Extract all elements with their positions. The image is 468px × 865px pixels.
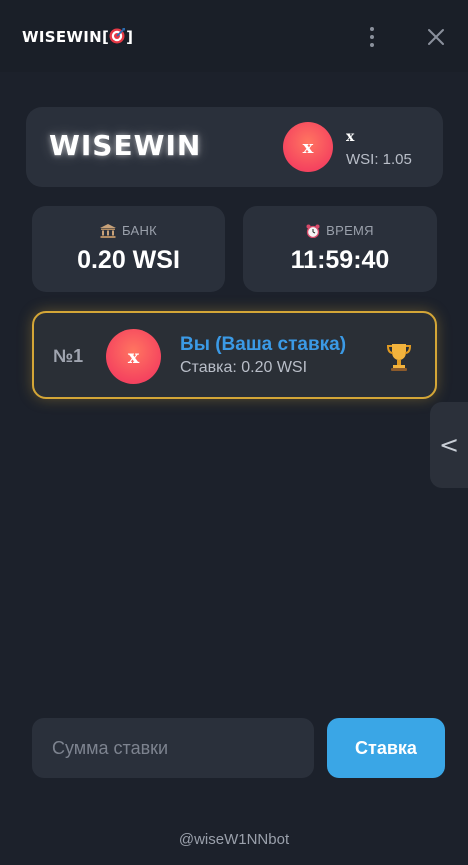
bank-card: БАНК 0.20 WSI [32, 206, 225, 292]
time-label-text: ВРЕМЯ [326, 223, 374, 238]
balance: WSI: 1.05 [346, 151, 412, 168]
bet-player-name: Вы (Ваша ставка) [180, 334, 347, 355]
avatar: x [283, 122, 333, 172]
trophy-icon [386, 344, 412, 371]
close-icon[interactable] [424, 25, 448, 49]
bank-label: БАНК [32, 223, 225, 238]
bank-icon [99, 223, 116, 238]
time-label: ВРЕМЯ [243, 223, 437, 238]
brand-logo-text: WISEWIN [49, 129, 202, 162]
title-bar: WISEWIN[ ] [0, 0, 468, 72]
avatar: x [106, 329, 161, 384]
avatar-letter: x [302, 136, 314, 158]
time-card: ВРЕМЯ 11:59:40 [243, 206, 437, 292]
avatar-letter: x [127, 345, 140, 368]
bank-label-text: БАНК [121, 223, 158, 238]
dart-target-icon [109, 28, 126, 44]
kebab-menu-icon[interactable] [363, 24, 381, 50]
bank-value: 0.20 WSI [77, 246, 180, 274]
bet-list-item: №1 x Вы (Ваша ставка) Ставка: 0.20 WSI [32, 311, 437, 399]
app-title-suffix: ] [126, 28, 134, 46]
bet-amount-input[interactable] [32, 718, 314, 778]
app-title-text: WISEWIN[ [22, 28, 110, 46]
alarm-clock-icon [306, 224, 320, 238]
bet-rank: №1 [53, 346, 84, 366]
time-value: 11:59:40 [290, 246, 390, 274]
bet-amount: Ставка: 0.20 WSI [180, 359, 308, 376]
profile-card: WISEWIN x x WSI: 1.05 [26, 107, 443, 187]
username: x [346, 129, 355, 145]
place-bet-button[interactable]: Ставка [327, 718, 445, 778]
chevron-left-icon: < [438, 431, 460, 459]
bot-link[interactable]: @wiseW1NNbot [0, 831, 468, 848]
side-panel-toggle[interactable]: < [430, 402, 468, 488]
app-title: WISEWIN[ ] [22, 27, 133, 46]
